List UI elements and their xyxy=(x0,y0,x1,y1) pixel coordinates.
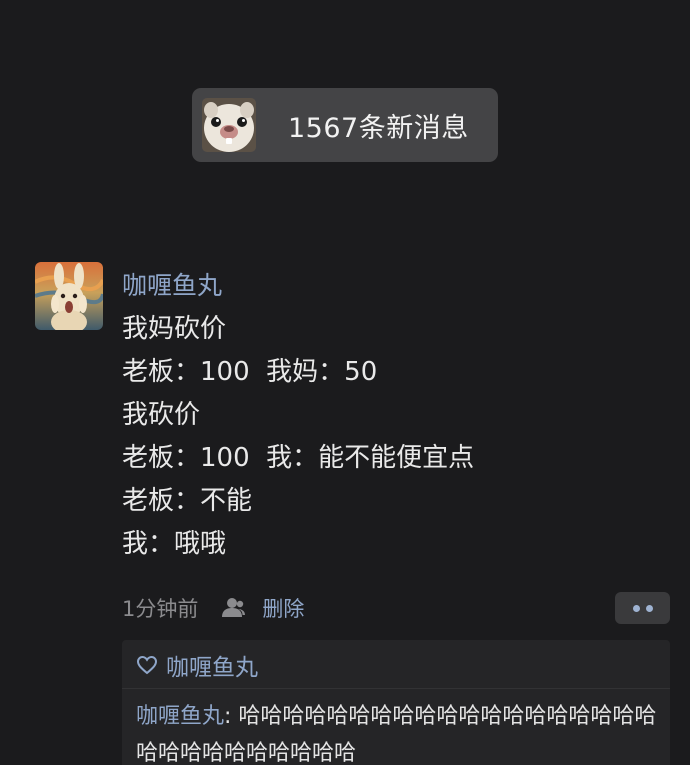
comment-item[interactable]: 咖喱鱼丸: 哈哈哈哈哈哈哈哈哈哈哈哈哈哈哈哈哈哈哈哈哈哈哈哈哈哈哈哈哈 xyxy=(136,698,666,765)
post-line: 老板：100 我：能不能便宜点 xyxy=(122,443,475,473)
post-line: 老板：不能 xyxy=(122,486,253,516)
post-line: 我砍价 xyxy=(122,400,201,430)
post-timestamp: 1分钟前 xyxy=(122,597,199,621)
comment-author[interactable]: 咖喱鱼丸 xyxy=(136,704,224,729)
dot xyxy=(632,604,640,612)
moments-feed: 1567条新消息 咖喱鱼丸 我妈砍价 老板：100 我妈：50 我砍价 老板：1… xyxy=(0,0,690,765)
post-line: 我妈砍价 xyxy=(122,314,227,344)
likes-row: 咖喱鱼丸 xyxy=(136,648,258,682)
post-line: 我：哦哦 xyxy=(122,529,227,559)
post-line: 老板：100 我妈：50 xyxy=(122,357,378,387)
new-messages-pill[interactable]: 1567条新消息 xyxy=(192,88,498,162)
heart-icon xyxy=(136,654,158,676)
comment-separator: : xyxy=(224,704,239,729)
dot xyxy=(645,604,653,612)
post-content: 我妈砍价 老板：100 我妈：50 我砍价 老板：100 我：能不能便宜点 老板… xyxy=(122,308,474,566)
post-author-name[interactable]: 咖喱鱼丸 xyxy=(122,266,222,302)
delete-button[interactable]: 删除 xyxy=(262,593,304,623)
likes-comments-panel: 咖喱鱼丸 咖喱鱼丸: 哈哈哈哈哈哈哈哈哈哈哈哈哈哈哈哈哈哈哈哈哈哈哈哈哈哈哈哈哈 xyxy=(122,640,670,765)
new-messages-count: 1567条新消息 xyxy=(288,112,469,144)
scream-rabbit-avatar[interactable] xyxy=(35,262,103,330)
visibility-user-icon[interactable] xyxy=(220,595,246,621)
hamster-face-icon xyxy=(202,98,256,152)
like-user-name[interactable]: 咖喱鱼丸 xyxy=(166,648,258,682)
post-meta: 1分钟前 删除 xyxy=(122,592,304,624)
divider xyxy=(122,688,670,689)
more-dots-icon[interactable] xyxy=(615,592,670,624)
